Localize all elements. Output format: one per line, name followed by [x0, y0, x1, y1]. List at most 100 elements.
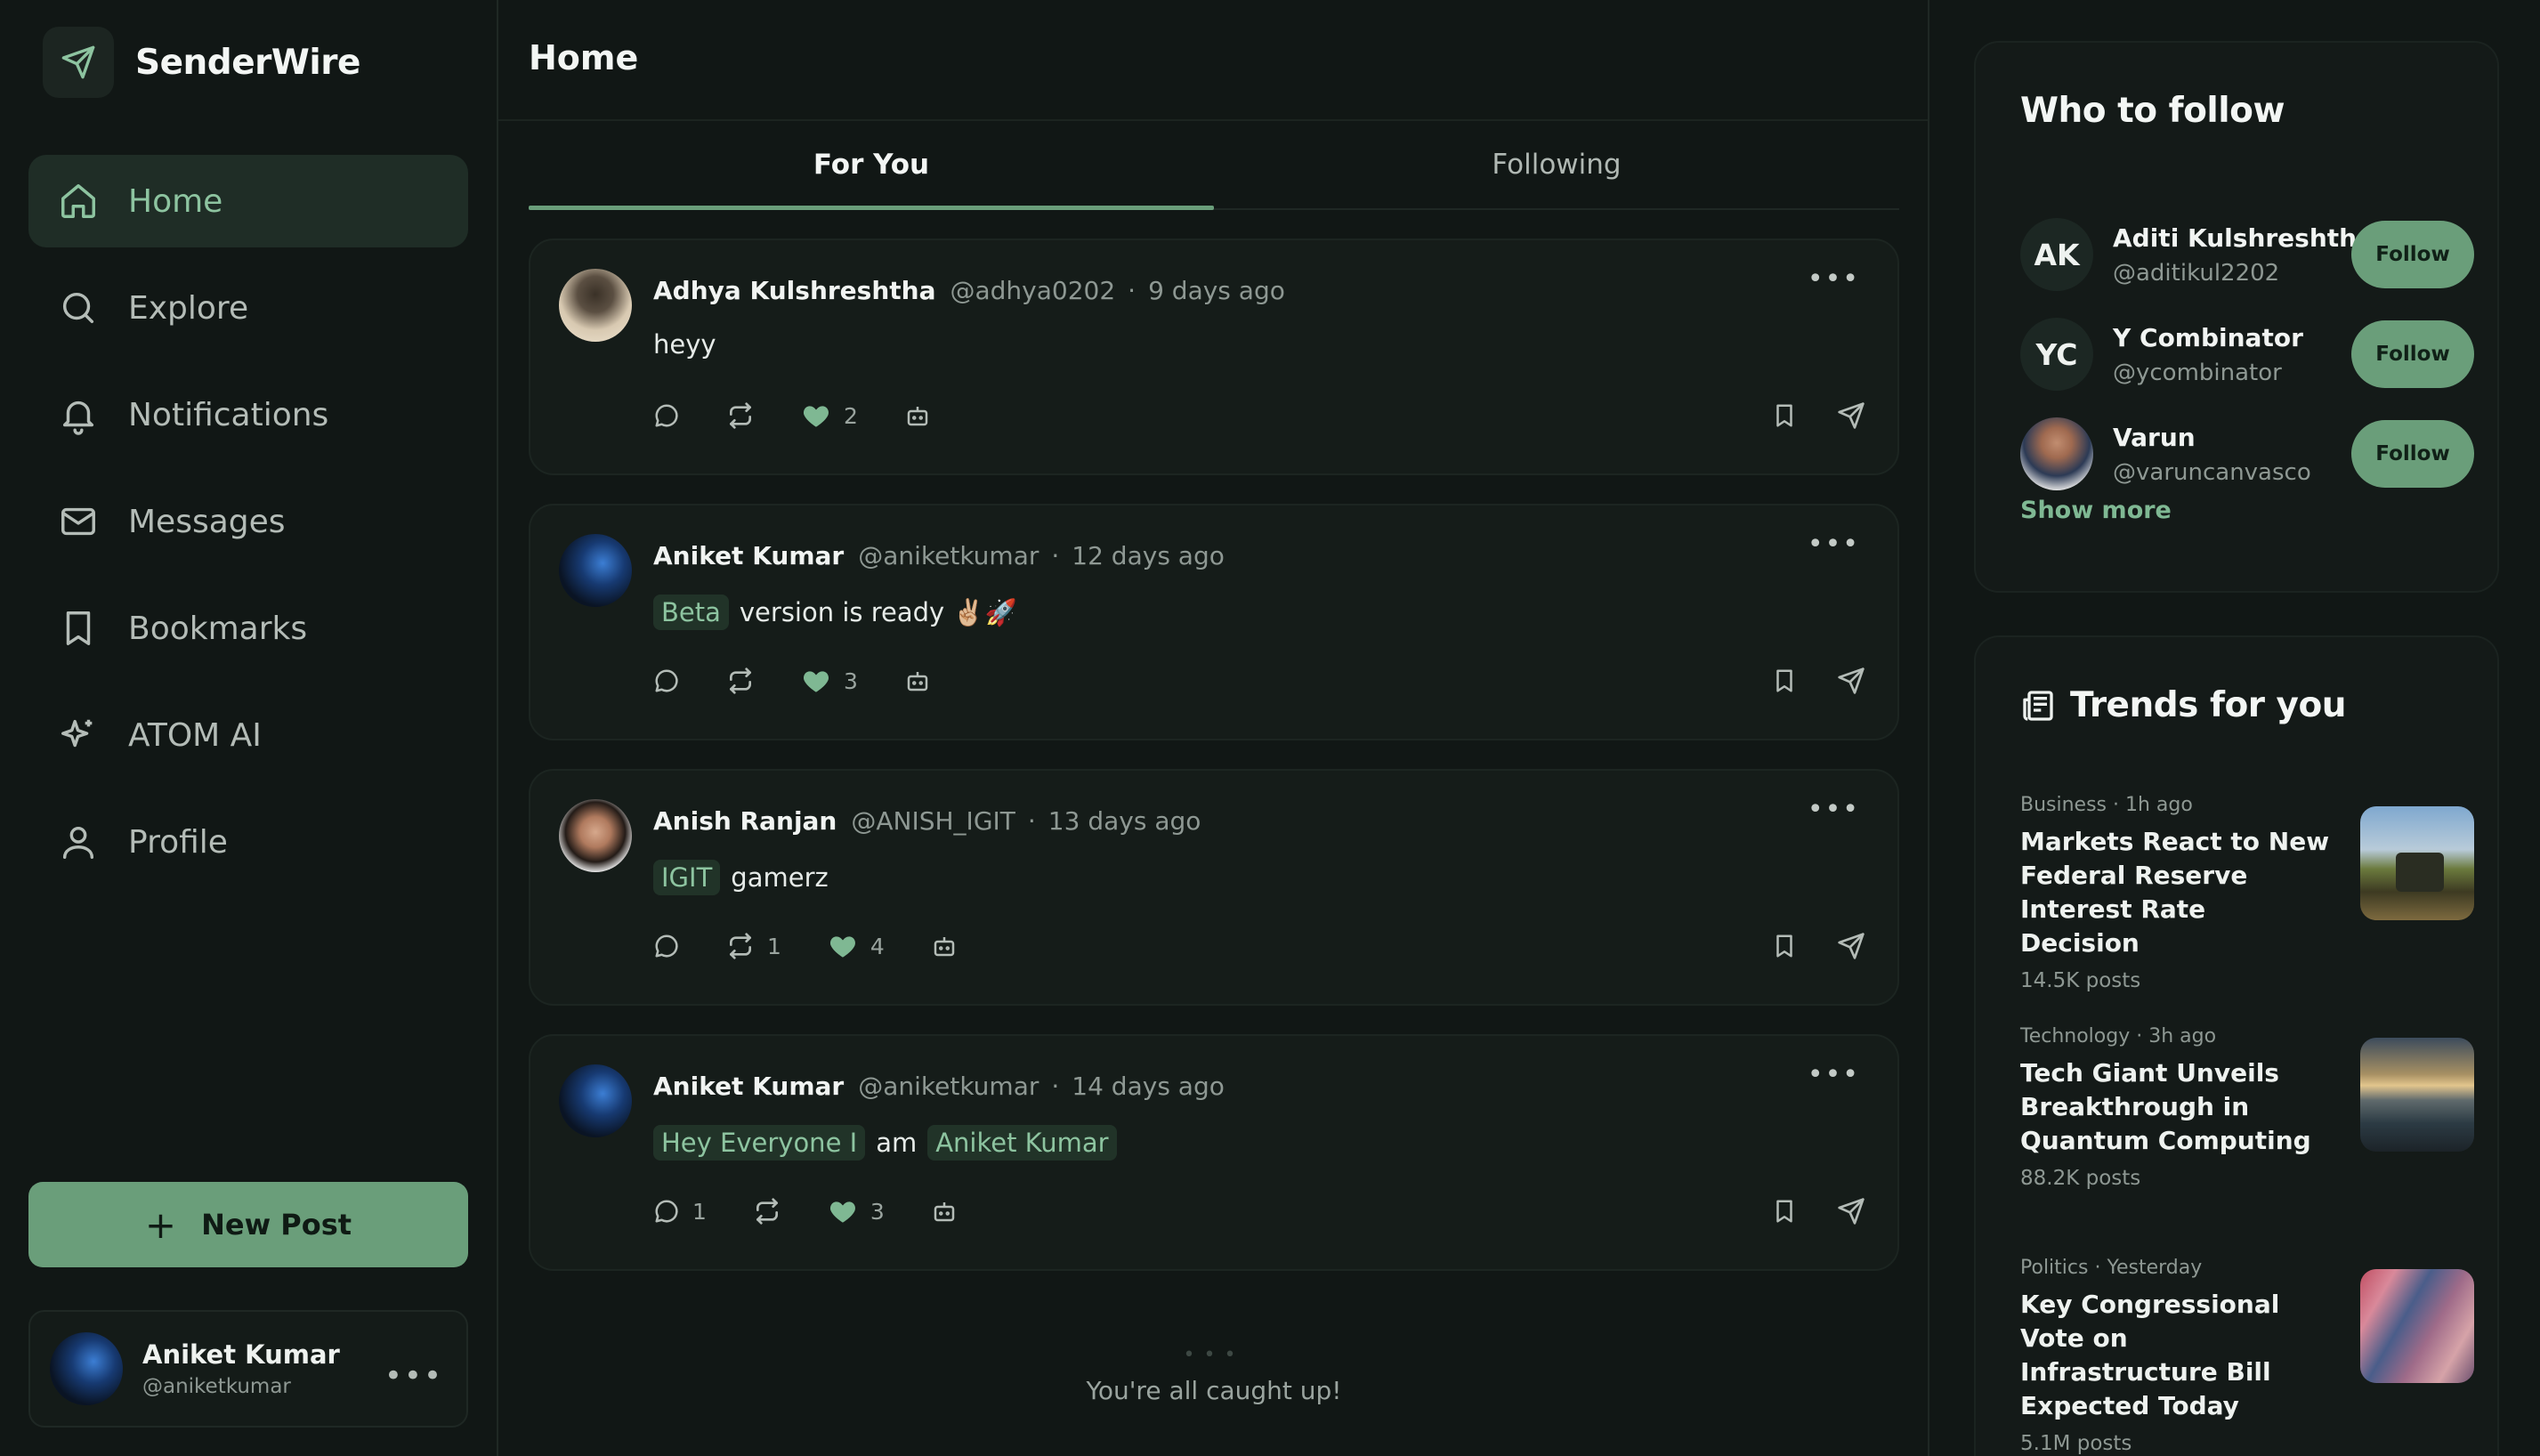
- trend-post-count: 14.5K posts: [2020, 969, 2141, 992]
- comment-button[interactable]: [653, 667, 680, 694]
- share-button[interactable]: [1837, 401, 1865, 430]
- nav-item-messages[interactable]: Messages: [28, 475, 468, 568]
- post-author-handle[interactable]: @ANISH_IGIT: [851, 806, 1015, 836]
- like-button[interactable]: 4: [828, 931, 885, 961]
- trend-item[interactable]: Business · 1h ago Markets React to New F…: [2020, 794, 2474, 992]
- post[interactable]: Aniket Kumar @aniketkumar · 12 days ago …: [529, 504, 1899, 740]
- show-more-link[interactable]: Show more: [2020, 497, 2172, 524]
- comment-button[interactable]: [653, 402, 680, 429]
- ai-button[interactable]: [931, 933, 958, 959]
- end-of-feed-message: You're all caught up!: [1086, 1376, 1342, 1405]
- share-button[interactable]: [1837, 1197, 1865, 1225]
- tab-for-you[interactable]: For You: [529, 121, 1214, 210]
- post-author-name[interactable]: Anish Ranjan: [653, 806, 837, 836]
- bookmark-button[interactable]: [1771, 933, 1798, 959]
- like-count: 3: [870, 1198, 885, 1225]
- nav-label: Profile: [128, 823, 228, 861]
- follow-button[interactable]: Follow: [2351, 221, 2474, 288]
- bookmark-button[interactable]: [1771, 667, 1798, 694]
- comment-button[interactable]: [653, 933, 680, 959]
- more-icon[interactable]: •••: [384, 1358, 443, 1394]
- post-time: 9 days ago: [1148, 276, 1285, 305]
- repost-button[interactable]: [726, 401, 755, 430]
- who-to-follow-card: Who to follow AK Aditi Kulshreshtha @adi…: [1974, 41, 2499, 593]
- follow-button[interactable]: Follow: [2351, 320, 2474, 388]
- repost-button[interactable]: [726, 667, 755, 695]
- post-tag[interactable]: Beta: [653, 595, 729, 630]
- avatar[interactable]: [559, 269, 632, 342]
- nav-item-explore[interactable]: Explore: [28, 262, 468, 354]
- nav-item-atom-ai[interactable]: ATOM AI: [28, 689, 468, 781]
- post-author-handle[interactable]: @adhya0202: [950, 276, 1116, 305]
- repost-button[interactable]: 1: [726, 932, 781, 960]
- post-tag[interactable]: Hey Everyone I: [653, 1125, 866, 1161]
- ai-button[interactable]: [904, 667, 931, 694]
- like-button[interactable]: 3: [801, 666, 858, 696]
- nav-label: Bookmarks: [128, 610, 308, 647]
- suggested-user-handle: @varuncanvasco: [2113, 458, 2311, 486]
- avatar[interactable]: [559, 534, 632, 607]
- comment-button[interactable]: 1: [653, 1198, 707, 1225]
- post[interactable]: Anish Ranjan @ANISH_IGIT · 13 days ago •…: [529, 769, 1899, 1006]
- account-card[interactable]: Aniket Kumar @aniketkumar •••: [28, 1310, 468, 1428]
- avatar[interactable]: [559, 799, 632, 872]
- ai-button[interactable]: [931, 1198, 958, 1225]
- trend-title[interactable]: Tech Giant Unveils Breakthrough in Quant…: [2020, 1056, 2332, 1158]
- brand[interactable]: SenderWire: [43, 27, 360, 98]
- repost-button[interactable]: [753, 1197, 781, 1225]
- new-post-label: New Post: [201, 1208, 352, 1242]
- post-author-name[interactable]: Aniket Kumar: [653, 541, 844, 570]
- who-to-follow-title: Who to follow: [2020, 91, 2285, 131]
- post-time: 14 days ago: [1072, 1072, 1225, 1101]
- bookmark-button[interactable]: [1771, 402, 1798, 429]
- nav-item-bookmarks[interactable]: Bookmarks: [28, 582, 468, 675]
- ai-button[interactable]: [904, 402, 931, 429]
- share-button[interactable]: [1837, 667, 1865, 695]
- repost-count: 1: [767, 933, 781, 959]
- tab-following[interactable]: Following: [1214, 121, 1899, 208]
- post-author-handle[interactable]: @aniketkumar: [858, 541, 1039, 570]
- bookmark-button[interactable]: [1771, 1198, 1798, 1225]
- more-icon[interactable]: •••: [1808, 1059, 1860, 1090]
- suggested-user[interactable]: YC Y Combinator @ycombinator Follow: [2020, 315, 2474, 393]
- comment-icon: [655, 1200, 678, 1223]
- trend-item[interactable]: Politics · Yesterday Key Congressional V…: [2020, 1257, 2474, 1455]
- post[interactable]: Adhya Kulshreshtha @adhya0202 · 9 days a…: [529, 239, 1899, 475]
- suggested-user[interactable]: AK Aditi Kulshreshtha @aditikul2202 Foll…: [2020, 215, 2474, 294]
- more-icon[interactable]: •••: [1808, 794, 1860, 825]
- post-tag[interactable]: Aniket Kumar: [927, 1125, 1117, 1161]
- suggested-user-name[interactable]: Y Combinator: [2113, 323, 2303, 352]
- post-author-name[interactable]: Aniket Kumar: [653, 1072, 844, 1101]
- avatar[interactable]: [559, 1064, 632, 1137]
- send-icon: [43, 27, 114, 98]
- trend-item[interactable]: Technology · 3h ago Tech Giant Unveils B…: [2020, 1025, 2474, 1190]
- post[interactable]: Aniket Kumar @aniketkumar · 14 days ago …: [529, 1034, 1899, 1271]
- suggested-user-name[interactable]: Varun: [2113, 423, 2311, 452]
- trend-title[interactable]: Markets React to New Federal Reserve Int…: [2020, 825, 2332, 960]
- like-button[interactable]: 3: [828, 1196, 885, 1226]
- like-button[interactable]: 2: [801, 400, 858, 431]
- nav-label: Explore: [128, 289, 249, 327]
- suggested-user-name[interactable]: Aditi Kulshreshtha: [2113, 223, 2374, 253]
- new-post-button[interactable]: + New Post: [28, 1182, 468, 1267]
- bot-icon: [934, 937, 955, 957]
- more-icon[interactable]: •••: [1808, 263, 1860, 295]
- post-author-handle[interactable]: @aniketkumar: [858, 1072, 1039, 1101]
- share-button[interactable]: [1837, 932, 1865, 960]
- page-title: Home: [529, 38, 639, 77]
- post-time: 12 days ago: [1072, 541, 1225, 570]
- trend-title[interactable]: Key Congressional Vote on Infrastructure…: [2020, 1288, 2332, 1423]
- post-time: 13 days ago: [1048, 806, 1201, 836]
- more-icon[interactable]: •••: [1808, 529, 1860, 560]
- nav-item-profile[interactable]: Profile: [28, 796, 468, 888]
- send-icon: [1838, 402, 1865, 429]
- account-name: Aniket Kumar: [142, 1339, 340, 1370]
- follow-button[interactable]: Follow: [2351, 420, 2474, 488]
- post-tag[interactable]: IGIT: [653, 860, 721, 895]
- nav-item-notifications[interactable]: Notifications: [28, 368, 468, 461]
- post-text: am: [876, 1128, 918, 1158]
- nav-item-home[interactable]: Home: [28, 155, 468, 247]
- nav-label: ATOM AI: [128, 716, 262, 754]
- suggested-user[interactable]: Varun @varuncanvasco Follow: [2020, 415, 2474, 493]
- post-author-name[interactable]: Adhya Kulshreshtha: [653, 276, 936, 305]
